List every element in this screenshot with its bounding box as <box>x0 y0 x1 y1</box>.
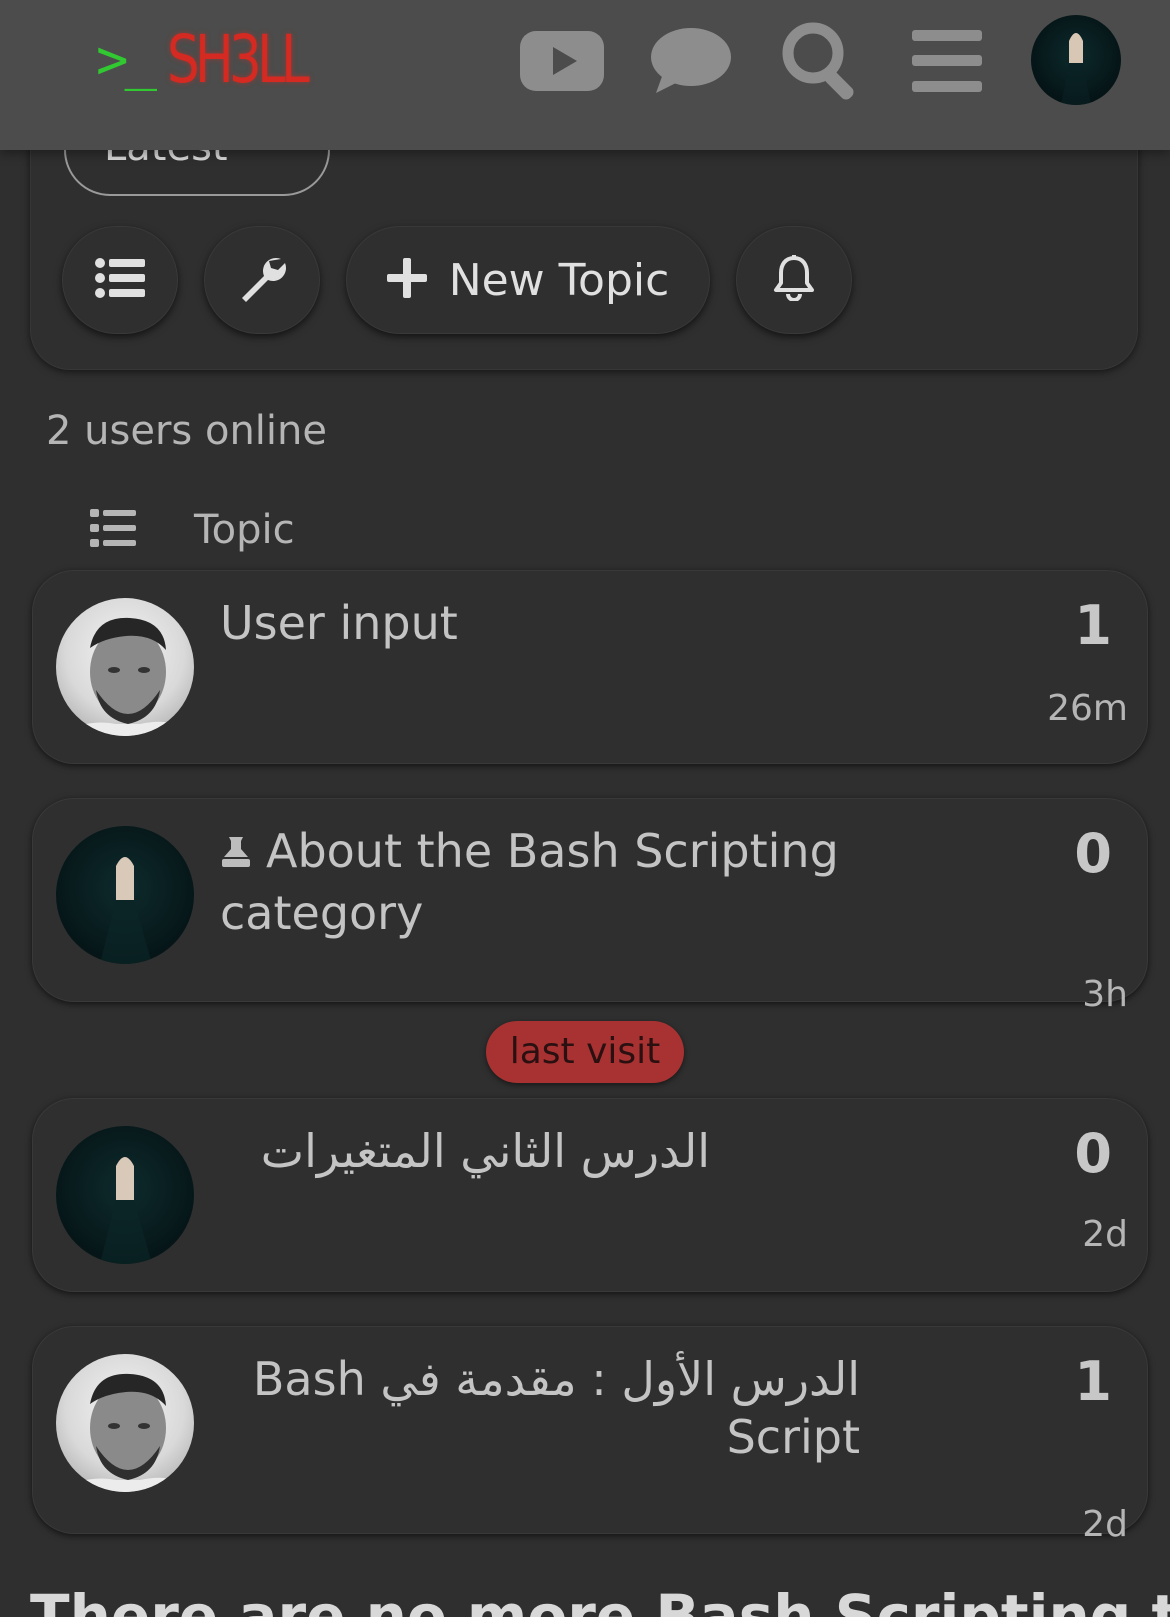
admin-tools-button[interactable] <box>204 226 320 334</box>
pin-icon <box>220 826 252 884</box>
topic-row[interactable]: User input 1 26m <box>32 570 1148 764</box>
topic-title[interactable]: User input <box>220 594 920 652</box>
activity-age[interactable]: 3h <box>1082 974 1128 1015</box>
topic-title: About the Bash Scripting category <box>220 824 839 940</box>
categories-list-button[interactable] <box>62 226 178 334</box>
youtube-icon[interactable] <box>520 18 604 104</box>
topic-title[interactable]: الدرس الأول : مقدمة في Bash Script <box>220 1350 860 1466</box>
no-more-topics-heading: There are no more Bash Scripting topics. <box>30 1582 1170 1617</box>
search-icon[interactable] <box>780 18 862 104</box>
reply-count[interactable]: 0 <box>1074 1122 1112 1185</box>
plus-icon <box>386 258 427 302</box>
chat-icon[interactable] <box>650 18 732 104</box>
topic-title-wrapper[interactable]: About the Bash Scripting category <box>220 822 920 942</box>
topic-poster-avatar[interactable] <box>56 1354 194 1492</box>
activity-age[interactable]: 2d <box>1082 1214 1128 1255</box>
site-logo[interactable]: >_ SH3LL <box>96 21 344 98</box>
topic-list-header: Topic <box>90 505 295 555</box>
topic-row[interactable]: About the Bash Scripting category 0 3h <box>32 798 1148 1015</box>
site-header: >_ SH3LL <box>0 0 1170 150</box>
new-topic-label: New Topic <box>448 254 670 306</box>
bulk-select-icon[interactable] <box>90 509 136 551</box>
topic-title[interactable]: الدرس الثاني المتغيرات <box>220 1122 710 1180</box>
activity-age[interactable]: 26m <box>1047 688 1128 729</box>
logo-text: SH3LL <box>167 20 310 98</box>
page: Latest New Topic <box>0 0 1170 1617</box>
reply-count[interactable]: 1 <box>1074 1350 1112 1413</box>
new-topic-button[interactable]: New Topic <box>346 226 710 334</box>
notifications-button[interactable] <box>736 226 852 334</box>
logo-prompt: >_ <box>96 27 157 91</box>
activity-age[interactable]: 2d <box>1082 1504 1128 1545</box>
topic-poster-avatar[interactable] <box>56 826 194 964</box>
wrench-icon <box>237 253 287 307</box>
topic-column-label: Topic <box>194 507 295 553</box>
topic-poster-avatar[interactable] <box>56 598 194 736</box>
hamburger-menu-icon[interactable] <box>912 18 982 104</box>
topic-row[interactable]: الدرس الثاني المتغيرات 0 2d <box>32 1098 1148 1292</box>
last-visit-badge: last visit <box>486 1021 684 1083</box>
topic-poster-avatar[interactable] <box>56 1126 194 1264</box>
user-avatar[interactable] <box>1031 15 1121 105</box>
topic-row[interactable]: الدرس الأول : مقدمة في Bash Script 1 2d <box>32 1326 1148 1545</box>
bell-icon <box>772 255 816 305</box>
reply-count[interactable]: 0 <box>1074 822 1112 885</box>
users-online-count: 2 users online <box>46 408 327 454</box>
reply-count[interactable]: 1 <box>1074 594 1112 657</box>
list-icon <box>95 258 145 302</box>
